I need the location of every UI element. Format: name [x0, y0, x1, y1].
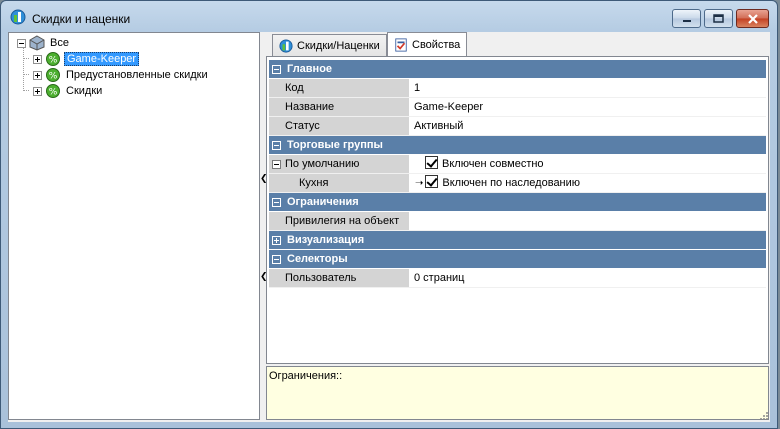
category-label: Визуализация [287, 234, 365, 246]
property-name-with-expander: По умолчанию [269, 155, 410, 173]
tree-line [23, 74, 29, 75]
maximize-button[interactable] [704, 9, 733, 28]
description-panel: Ограничения:: [266, 366, 769, 420]
collapse-toggle[interactable] [17, 38, 26, 48]
property-row[interactable]: Привилегия на объект [269, 212, 766, 231]
tree-panel[interactable]: Все % Game-Keeper % Предустановленные ск… [8, 32, 260, 420]
tab-properties[interactable]: Свойства [387, 32, 468, 56]
property-row[interactable]: По умолчанию Включен совместно [269, 155, 766, 174]
collapse-toggle[interactable] [272, 140, 281, 150]
category-main[interactable]: Главное [269, 60, 766, 78]
resize-grip-icon[interactable] [759, 411, 769, 421]
property-name: По умолчанию [285, 158, 360, 170]
property-value[interactable] [411, 212, 766, 230]
property-value[interactable]: Активный [411, 117, 766, 135]
expand-toggle[interactable] [33, 54, 42, 64]
property-row[interactable]: Код 1 [269, 79, 766, 98]
discount-icon: % [46, 84, 60, 98]
property-value[interactable]: Game-Keeper [411, 98, 766, 116]
category-label: Селекторы [287, 253, 348, 265]
category-visualization[interactable]: Визуализация [269, 231, 766, 249]
property-name: Привилегия на объект [269, 212, 410, 230]
tab-strip: Скидки/Наценки Свойства [266, 32, 770, 56]
properties-panel: Скидки/Наценки Свойства Главное Код 1 На… [266, 32, 770, 422]
property-name: Кухня [269, 174, 410, 192]
collapse-toggle[interactable] [272, 197, 281, 207]
checkbox-checked-icon[interactable] [425, 175, 439, 188]
property-value[interactable]: Включен совместно [411, 155, 766, 173]
tab-label: Свойства [412, 38, 461, 51]
category-trade-groups[interactable]: Торговые группы [269, 136, 766, 154]
property-grid[interactable]: Главное Код 1 Название Game-Keeper Стату… [266, 56, 769, 364]
property-row[interactable]: Статус Активный [269, 117, 766, 136]
tree-item-label: Game-Keeper [64, 52, 140, 66]
collapse-toggle[interactable] [272, 254, 281, 264]
discount-icon: % [46, 52, 60, 66]
tree-line [23, 47, 24, 91]
svg-text:%: % [49, 72, 58, 82]
category-label: Торговые группы [287, 139, 383, 151]
tab-discounts[interactable]: Скидки/Наценки [272, 34, 387, 56]
expand-toggle[interactable] [272, 235, 281, 245]
app-icon [279, 38, 293, 53]
expand-toggle[interactable] [33, 86, 42, 96]
tree-item-label: Предустановленные скидки [66, 69, 208, 81]
discount-icon: % [46, 68, 60, 82]
tree-item[interactable]: % Предустановленные скидки [33, 67, 210, 83]
category-label: Ограничения [287, 196, 359, 208]
property-name: Название [269, 98, 410, 116]
property-value[interactable]: 0 страниц [411, 269, 766, 287]
collapse-toggle[interactable] [272, 160, 281, 169]
checkbox-checked-icon[interactable] [425, 156, 438, 169]
minimize-icon [682, 19, 691, 22]
properties-icon [395, 37, 407, 52]
close-icon [747, 13, 758, 24]
tree-item[interactable]: % Скидки [33, 83, 104, 99]
maximize-icon [713, 14, 724, 23]
property-name: Статус [269, 117, 410, 135]
tree-line [23, 90, 29, 91]
property-row[interactable]: Пользователь 0 страниц [269, 269, 766, 288]
category-selectors[interactable]: Селекторы [269, 250, 766, 268]
property-name: Пользователь [269, 269, 410, 287]
main-window: Скидки и наценки Все % Game-Keeper % Пре… [0, 0, 778, 429]
tree-item-label: Скидки [66, 85, 103, 97]
category-label: Главное [287, 63, 333, 75]
client-area: Все % Game-Keeper % Предустановленные ск… [8, 32, 770, 422]
property-row[interactable]: Кухня ➝ Включен по наследованию [269, 174, 766, 193]
app-icon [10, 9, 26, 25]
folder-tree-icon [29, 35, 45, 51]
category-restrictions[interactable]: Ограничения [269, 193, 766, 211]
close-button[interactable] [736, 9, 769, 28]
property-row[interactable]: Название Game-Keeper [269, 98, 766, 117]
tab-label: Скидки/Наценки [297, 39, 380, 52]
svg-text:%: % [49, 88, 58, 98]
property-value[interactable]: ➝ Включен по наследованию [411, 174, 766, 192]
tree-line [23, 58, 29, 59]
collapse-toggle[interactable] [272, 64, 281, 74]
property-name: Код [269, 79, 410, 97]
description-text: Ограничения:: [269, 370, 343, 382]
tree-root-label: Все [50, 37, 69, 49]
property-value[interactable]: 1 [411, 79, 766, 97]
window-title: Скидки и наценки [32, 12, 131, 26]
checkbox-label: Включен совместно [442, 158, 544, 170]
tree-item-root[interactable]: Все [17, 35, 71, 51]
inherit-arrow-icon: ➝ [415, 178, 424, 189]
minimize-button[interactable] [672, 9, 701, 28]
tree-item[interactable]: % Game-Keeper [33, 51, 140, 67]
checkbox-label: Включен по наследованию [442, 177, 581, 189]
expand-toggle[interactable] [33, 70, 42, 80]
svg-text:%: % [49, 56, 58, 66]
title-bar[interactable]: Скидки и наценки [1, 1, 777, 31]
